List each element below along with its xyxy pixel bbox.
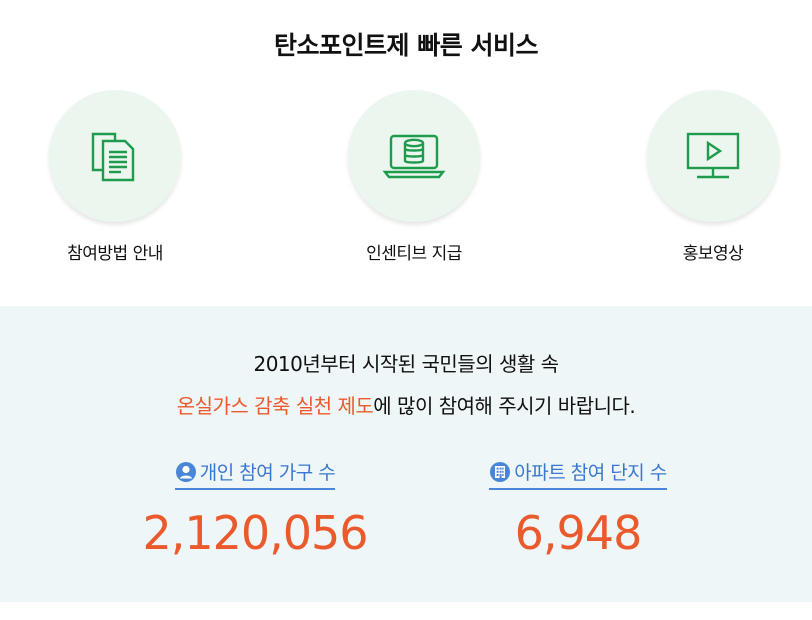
service-label: 인센티브 지급 bbox=[366, 244, 462, 264]
service-promo-video[interactable]: 홍보영상 bbox=[613, 90, 812, 264]
service-label: 홍보영상 bbox=[682, 244, 744, 264]
stat-label: 아파트 참여 단지 수 bbox=[514, 462, 667, 484]
participation-stats-section: 2010년부터 시작된 국민들의 생활 속 온실가스 감축 실천 제도에 많이 … bbox=[0, 306, 812, 602]
stat-apartment-complexes: 아파트 참여 단지 수 6,948 bbox=[418, 458, 738, 560]
laptop-coins-icon bbox=[382, 134, 446, 179]
stat-value: 6,948 bbox=[514, 506, 643, 560]
intro-line-2: 온실가스 감축 실천 제도에 많이 참여해 주시기 바랍니다. bbox=[0, 390, 812, 419]
quick-services-section: 탄소포인트제 빠른 서비스 참여방법 안내 인센티브 지급 홍보영상 bbox=[0, 0, 812, 306]
section-title: 탄소포인트제 빠른 서비스 bbox=[274, 31, 538, 60]
intro-rest: 에 많이 참여해 주시기 바랍니다. bbox=[373, 394, 636, 418]
video-monitor-icon bbox=[686, 132, 740, 179]
stat-heading: 아파트 참여 단지 수 bbox=[489, 458, 667, 490]
stat-individual-households: 개인 참여 가구 수 2,120,056 bbox=[95, 458, 415, 560]
intro-highlight: 온실가스 감축 실천 제도 bbox=[176, 394, 374, 418]
stat-label: 개인 참여 가구 수 bbox=[199, 462, 336, 484]
stat-value: 2,120,056 bbox=[142, 506, 368, 560]
intro-line-1: 2010년부터 시작된 국민들의 생활 속 bbox=[253, 352, 559, 376]
person-icon bbox=[175, 461, 196, 482]
documents-icon bbox=[91, 132, 135, 182]
service-circle[interactable] bbox=[647, 90, 779, 222]
service-circle[interactable] bbox=[348, 90, 480, 222]
service-participation-guide[interactable]: 참여방법 안내 bbox=[15, 90, 215, 264]
service-incentive-payment[interactable]: 인센티브 지급 bbox=[314, 90, 514, 264]
building-icon bbox=[490, 461, 511, 482]
service-label: 참여방법 안내 bbox=[67, 244, 163, 264]
stat-heading: 개인 참여 가구 수 bbox=[174, 458, 336, 490]
service-circle[interactable] bbox=[49, 90, 181, 222]
footer-strip bbox=[0, 602, 812, 620]
